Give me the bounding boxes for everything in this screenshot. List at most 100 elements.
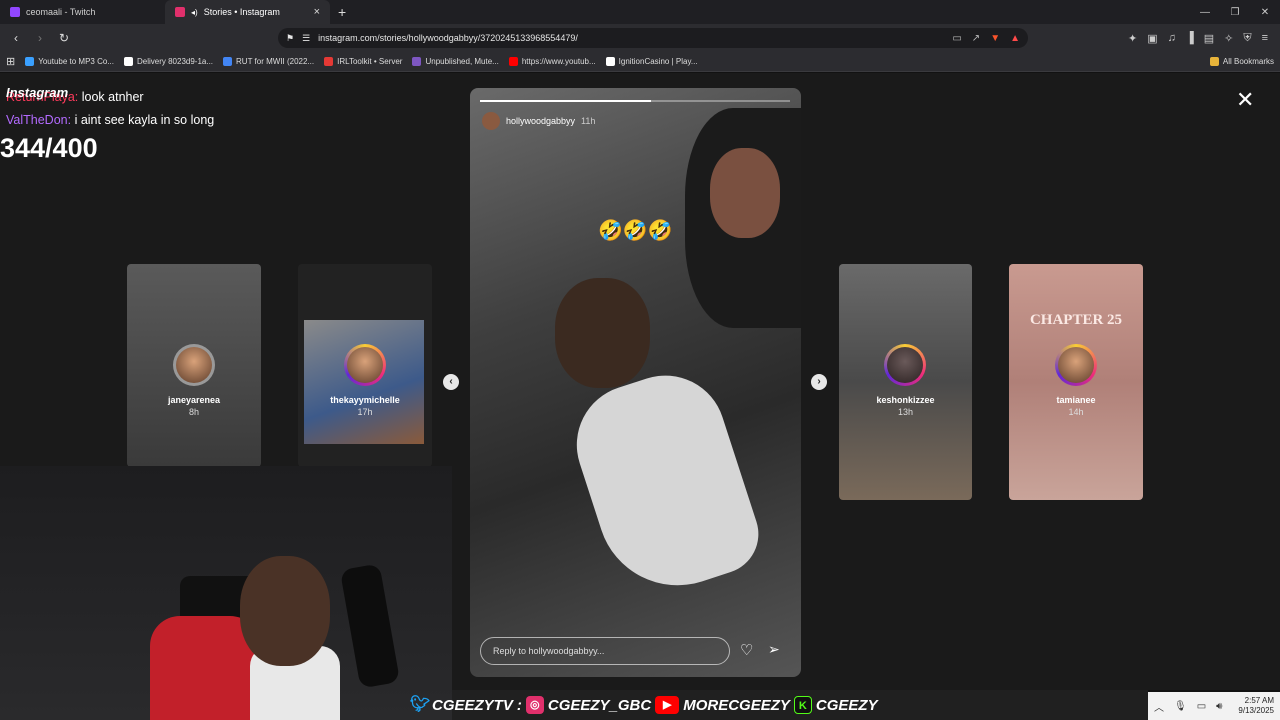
music-icon[interactable]: ♫ <box>1168 32 1176 45</box>
navigation-bar: ‹ › ↻ ⚑ ☰ instagram.com/stories/hollywoo… <box>0 24 1280 52</box>
tab-instagram[interactable]: ◂) Stories • Instagram × <box>165 0 330 24</box>
story-time: 11h <box>581 116 596 126</box>
back-button[interactable]: ‹ <box>6 31 26 45</box>
bookmark-favicon <box>324 57 334 66</box>
address-bar[interactable]: ⚑ ☰ instagram.com/stories/hollywoodgabby… <box>278 28 1028 48</box>
next-story-button[interactable]: › <box>811 374 827 390</box>
social-handle: CGEEZY <box>815 696 878 714</box>
story-avatar <box>1055 344 1097 386</box>
forward-button[interactable]: › <box>30 31 50 45</box>
sidebar-icon[interactable]: ▣ <box>1147 32 1157 45</box>
clock[interactable]: 2:57 AM 9/13/2025 <box>1238 696 1280 716</box>
bookmark-label: Delivery 8023d9-1a... <box>136 57 214 66</box>
reload-button[interactable]: ↻ <box>54 31 74 45</box>
close-window-button[interactable]: ✕ <box>1250 7 1280 18</box>
chat-username: ValTheDon: <box>6 113 72 127</box>
story-preview-thekayymichelle[interactable]: thekayymichelle 17h <box>298 264 432 467</box>
minimize-button[interactable]: — <box>1190 7 1220 18</box>
progress-fill <box>480 100 651 102</box>
bookmark-favicon <box>123 57 133 66</box>
tab-label: Stories • Instagram <box>203 7 280 17</box>
goal-counter: 344/400 <box>0 133 98 163</box>
send-icon[interactable]: ➢ <box>768 641 780 658</box>
chat-text: look atnher <box>81 90 144 104</box>
story-username: janeyarenea <box>167 395 221 405</box>
instagram-icon: ◎ <box>525 696 544 714</box>
bookmark-favicon <box>25 57 35 66</box>
instagram-logo: Instagram <box>6 85 69 100</box>
clock-date: 9/13/2025 <box>1238 706 1274 715</box>
new-tab-button[interactable]: + <box>330 4 354 20</box>
story-preview-janeyarenea[interactable]: janeyarenea 8h <box>127 264 261 467</box>
tab-label: ceomaali - Twitch <box>26 7 96 17</box>
leo-icon[interactable]: ✧ <box>1224 32 1233 45</box>
bookmark-item[interactable]: https://www.youtub... <box>508 57 596 66</box>
share-icon[interactable]: ↗ <box>972 33 980 44</box>
chat-message: ValTheDon: i aint see kayla in so long <box>6 109 214 132</box>
speaker-icon: ◂) <box>191 7 198 17</box>
webcam-overlay <box>0 466 452 720</box>
bookmark-item[interactable]: IgnitionCasino | Play... <box>605 57 698 66</box>
story-photo-subject <box>561 359 769 607</box>
story-photo-subject <box>555 278 650 388</box>
reply-input[interactable]: Reply to hollywoodgabbyy... <box>480 637 730 665</box>
apps-grid-icon[interactable]: ⊞ <box>6 55 15 68</box>
site-info-icon[interactable]: ☰ <box>302 33 310 44</box>
social-handle: MORECGEEZY <box>683 696 790 714</box>
bookmark-icon[interactable]: ⚑ <box>286 33 294 44</box>
bookmark-item[interactable]: IRLToolkit • Server <box>324 57 402 66</box>
display-icon[interactable]: ▭ <box>1197 701 1206 712</box>
youtube-icon <box>508 57 518 66</box>
vpn-icon[interactable]: ⛨ <box>1243 32 1251 45</box>
bookmark-label: RUT for MWII (2022... <box>236 57 315 66</box>
tab-twitch[interactable]: ceomaali - Twitch <box>0 0 165 24</box>
wallet-icon[interactable]: ▤ <box>1204 32 1214 45</box>
cast-icon[interactable]: ▭ <box>952 33 961 44</box>
previous-story-button[interactable]: ‹ <box>443 374 459 390</box>
panel-icon[interactable]: ▐ <box>1186 32 1194 45</box>
streamer <box>240 556 330 666</box>
bookmark-item[interactable]: Unpublished, Mute... <box>412 57 499 66</box>
microphone-icon[interactable]: 🎙︎ <box>1174 701 1187 712</box>
story-photo-subject <box>710 148 780 238</box>
address-actions: ▭ ↗ ▼ ▲ <box>952 33 1020 44</box>
kick-icon: K <box>793 696 812 714</box>
bookmark-label: IgnitionCasino | Play... <box>618 57 698 66</box>
story-preview-tamianee[interactable]: CHAPTER 25 tamianee 14h <box>1009 264 1143 500</box>
bookmark-label: https://www.youtub... <box>521 57 596 66</box>
close-tab-icon[interactable]: × <box>314 6 320 18</box>
bookmark-item[interactable]: Delivery 8023d9-1a... <box>123 57 214 66</box>
folder-icon <box>1209 57 1219 66</box>
social-handles-banner: 🐦︎ CGEEZYTV: ◎ CGEEZY_GBC ▶ MORECGEEZY K… <box>410 692 878 718</box>
story-avatar <box>173 344 215 386</box>
bookmark-favicon <box>412 57 422 66</box>
bookmark-item[interactable]: RUT for MWII (2022... <box>223 57 314 66</box>
tray-overflow-icon[interactable]: ︿ <box>1154 699 1164 714</box>
extensions-icon[interactable]: ✦ <box>1128 32 1137 45</box>
bookmark-item[interactable]: Youtube to MP3 Co... <box>25 57 114 66</box>
story-header: hollywoodgabbyy 11h <box>482 112 595 130</box>
system-tray: ︿ 🎙︎ ▭ 🔊︎ 2:57 AM 9/13/2025 <box>1148 692 1280 720</box>
volume-icon[interactable]: 🔊︎ <box>1216 701 1222 712</box>
close-stories-icon[interactable]: ✕ <box>1236 87 1254 113</box>
active-story[interactable]: hollywoodgabbyy 11h 🔇︎ ❚❚ ••• 🤣🤣🤣 Reply … <box>470 88 801 677</box>
rewards-icon[interactable]: ▲ <box>1010 33 1020 44</box>
story-progress-bar <box>480 100 790 102</box>
story-avatar <box>884 344 926 386</box>
heart-icon[interactable]: ♡ <box>740 641 753 659</box>
url-text: instagram.com/stories/hollywoodgabbyy/37… <box>318 33 578 43</box>
chat-text: i aint see kayla in so long <box>74 113 215 127</box>
story-time: 17h <box>357 407 373 417</box>
story-emoji-sticker: 🤣🤣🤣 <box>598 220 673 242</box>
instagram-icon <box>175 7 185 17</box>
bookmark-favicon <box>605 57 615 66</box>
youtube-icon: ▶ <box>655 696 680 714</box>
restore-button[interactable]: ❐ <box>1220 7 1250 18</box>
story-preview-keshonkizzee[interactable]: keshonkizzee 13h <box>839 264 972 500</box>
story-username[interactable]: hollywoodgabbyy <box>506 116 575 126</box>
avatar[interactable] <box>482 112 500 130</box>
all-bookmarks-button[interactable]: All Bookmarks <box>1209 57 1274 66</box>
brave-shield-icon[interactable]: ▼ <box>990 33 1000 44</box>
bookmark-favicon <box>223 57 233 66</box>
menu-icon[interactable]: ≡ <box>1262 32 1268 45</box>
